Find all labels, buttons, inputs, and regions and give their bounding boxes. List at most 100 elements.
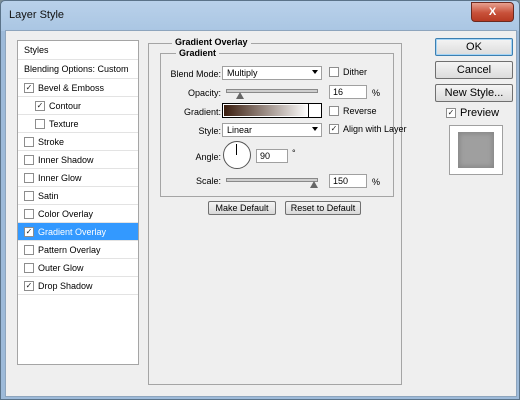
pattern-overlay-checkbox[interactable] [24,244,34,255]
align-checkbox[interactable]: ✓ [329,124,339,134]
panel-subtitle: Gradient [176,48,220,58]
opacity-input[interactable]: 16 [329,85,367,99]
satin-checkbox[interactable] [24,190,34,201]
style-item-label: Satin [38,190,59,201]
gradient-picker[interactable] [222,103,322,118]
blend-mode-value: Multiply [227,68,258,78]
angle-label: Angle: [195,152,221,162]
close-button[interactable]: X [471,2,514,22]
panel-title: Gradient Overlay [172,37,251,47]
ok-button[interactable]: OK [435,38,513,56]
style-item-label: Pattern Overlay [38,244,101,255]
opacity-slider-thumb[interactable] [236,92,244,99]
make-default-button[interactable]: Make Default [208,201,276,215]
style-item-gradient-overlay[interactable]: ✓ Gradient Overlay [18,223,138,241]
gradient-label: Gradient: [183,107,221,117]
style-select[interactable]: Linear [222,123,322,137]
style-item-label: Inner Glow [38,172,82,183]
blending-options-item[interactable]: Blending Options: Custom [18,60,138,79]
scale-slider-thumb[interactable] [310,181,318,188]
opacity-label: Opacity: [187,88,221,98]
scale-label: Scale: [195,176,221,186]
align-label: Align with Layer [343,124,407,134]
reset-default-button[interactable]: Reset to Default [285,201,361,215]
ok-label: OK [466,41,482,53]
style-item-texture[interactable]: Texture [18,115,138,133]
angle-dial[interactable] [223,141,251,169]
bevel-emboss-checkbox[interactable]: ✓ [24,82,34,93]
scale-slider-track[interactable] [226,178,318,182]
align-checkbox-row[interactable]: ✓ Align with Layer [329,124,407,134]
stroke-checkbox[interactable] [24,136,34,147]
contour-checkbox[interactable]: ✓ [35,100,45,111]
preview-checkbox[interactable]: ✓ [446,108,456,118]
layer-style-dialog: Layer Style X Styles Blending Options: C… [0,0,520,400]
reverse-checkbox-row[interactable]: Reverse [329,106,377,116]
inner-glow-checkbox[interactable] [24,172,34,183]
dither-checkbox[interactable] [329,67,339,77]
styles-header-label: Styles [24,45,49,55]
scale-input[interactable]: 150 [329,174,367,188]
gradient-overlay-checkbox[interactable]: ✓ [24,226,34,237]
angle-value: 90 [260,151,271,161]
preview-swatch [458,132,494,168]
gradient-dropdown-button[interactable] [308,104,321,117]
styles-header[interactable]: Styles [18,41,138,60]
reset-default-label: Reset to Default [290,203,356,213]
cancel-button[interactable]: Cancel [435,61,513,79]
outer-glow-checkbox[interactable] [24,262,34,273]
style-item-color-overlay[interactable]: Color Overlay [18,205,138,223]
color-overlay-checkbox[interactable] [24,208,34,219]
drop-shadow-checkbox[interactable]: ✓ [24,280,34,291]
preview-checkbox-row[interactable]: ✓ Preview [446,107,499,119]
reverse-label: Reverse [343,106,377,116]
close-icon: X [488,6,497,18]
style-item-label: Gradient Overlay [38,226,107,237]
style-item-pattern-overlay[interactable]: Pattern Overlay [18,241,138,259]
angle-input[interactable]: 90 [256,149,288,163]
angle-dial-needle [236,144,237,155]
style-value: Linear [227,125,253,135]
cancel-label: Cancel [456,64,492,76]
gradient-swatch[interactable] [224,105,308,116]
style-item-drop-shadow[interactable]: ✓ Drop Shadow [18,277,138,295]
chevron-down-icon [312,127,318,131]
opacity-unit: % [372,88,381,98]
style-item-label: Color Overlay [38,208,94,219]
new-style-button[interactable]: New Style... [435,84,513,102]
style-item-inner-shadow[interactable]: Inner Shadow [18,151,138,169]
style-preview [449,125,503,175]
make-default-label: Make Default [215,203,269,213]
style-label: Style: [198,126,221,136]
style-item-stroke[interactable]: Stroke [18,133,138,151]
style-item-contour[interactable]: ✓ Contour [18,97,138,115]
style-item-label: Contour [49,100,82,111]
inner-shadow-checkbox[interactable] [24,154,34,165]
blend-mode-select[interactable]: Multiply [222,66,322,80]
style-item-label: Texture [49,118,79,129]
style-item-label: Outer Glow [38,262,84,273]
scale-value: 150 [333,176,349,186]
texture-checkbox[interactable] [35,118,45,129]
title-bar[interactable]: Layer Style X [1,1,519,30]
style-item-bevel-emboss[interactable]: ✓ Bevel & Emboss [18,79,138,97]
dither-checkbox-row[interactable]: Dither [329,67,367,77]
style-item-label: Bevel & Emboss [38,82,105,93]
style-item-satin[interactable]: Satin [18,187,138,205]
style-item-outer-glow[interactable]: Outer Glow [18,259,138,277]
opacity-value: 16 [333,87,344,97]
angle-unit: ° [292,148,296,158]
scale-unit: % [372,177,381,187]
style-item-label: Inner Shadow [38,154,94,165]
reverse-checkbox[interactable] [329,106,339,116]
chevron-down-icon [312,70,318,74]
dialog-body: Styles Blending Options: Custom ✓ Bevel … [5,30,517,397]
blend-mode-label: Blend Mode: [170,69,221,79]
window-title: Layer Style [9,9,65,21]
new-style-label: New Style... [444,87,504,99]
preview-label: Preview [460,107,500,119]
styles-list: Styles Blending Options: Custom ✓ Bevel … [17,40,139,365]
blending-options-label: Blending Options: Custom [24,64,129,74]
style-item-label: Drop Shadow [38,280,93,291]
style-item-inner-glow[interactable]: Inner Glow [18,169,138,187]
